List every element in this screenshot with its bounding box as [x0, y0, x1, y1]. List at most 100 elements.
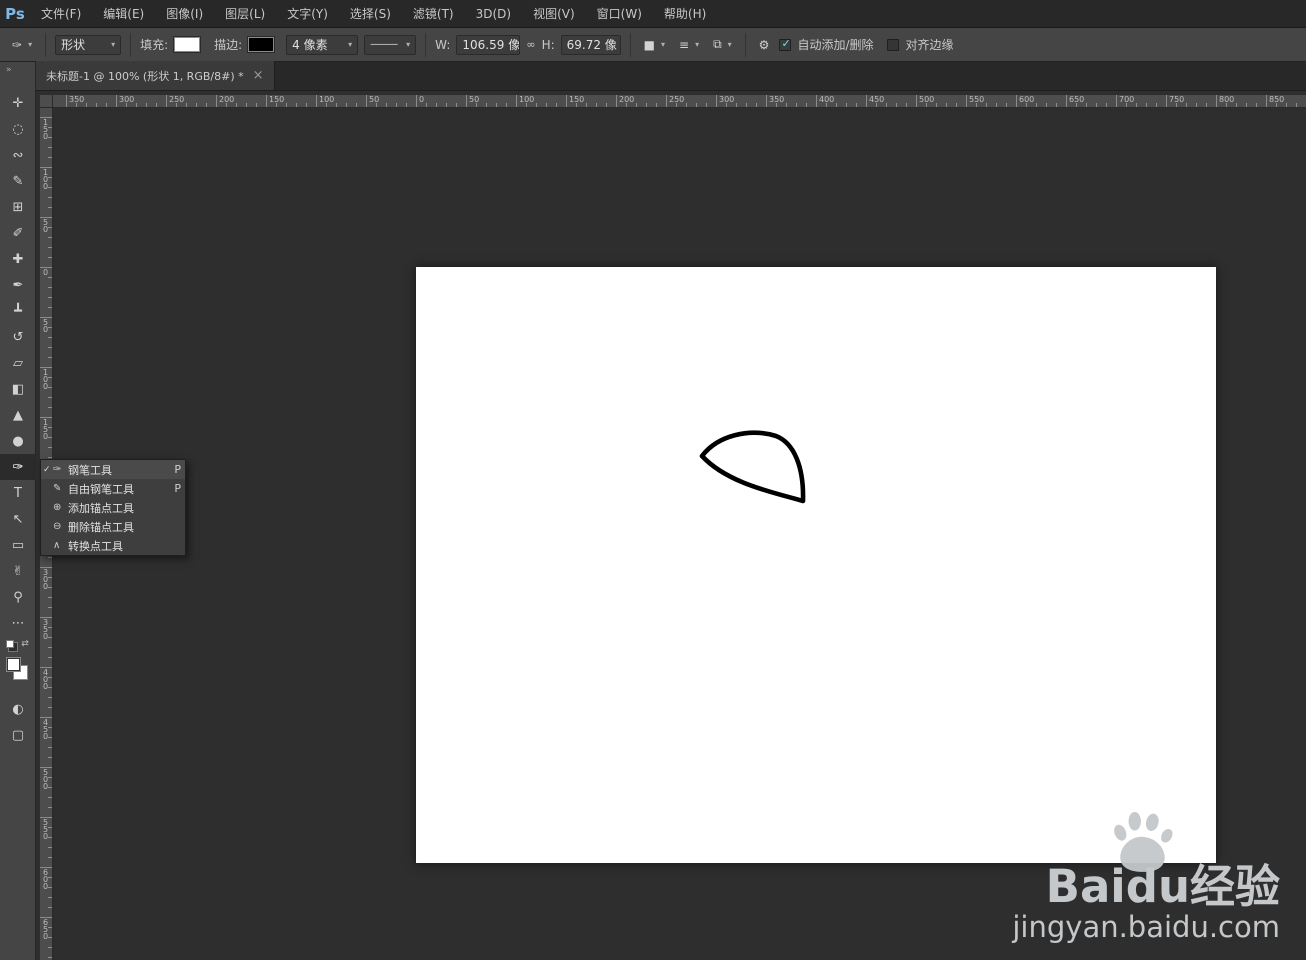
canvas[interactable] [416, 267, 1216, 863]
menu-item-7[interactable]: 3D(D) [465, 0, 522, 28]
menu-item-2[interactable]: 图像(I) [155, 0, 214, 28]
foreground-color-swatch[interactable] [5, 657, 21, 672]
path-alignment-button[interactable]: ≡ [675, 36, 703, 54]
h-ruler-label: 400 [819, 95, 835, 104]
h-ruler-tick [866, 95, 867, 107]
rectangle-tool[interactable]: ▭ [0, 532, 36, 558]
type-tool[interactable]: T [0, 480, 36, 506]
menu-item-1[interactable]: 编辑(E) [92, 0, 155, 28]
edit-toolbar-button-icon: ⋯ [11, 615, 25, 631]
menu-item-8[interactable]: 视图(V) [522, 0, 586, 28]
h-ruler-label: 250 [169, 95, 185, 104]
flyout-item-label: 删除锚点工具 [68, 520, 134, 534]
watermark-url: jingyan.baidu.com [1012, 910, 1280, 944]
menu-item-6[interactable]: 滤镜(T) [402, 0, 465, 28]
h-ruler-label: 700 [1119, 95, 1135, 104]
baidu-watermark: Baidu经验 jingyan.baidu.com [1012, 812, 1280, 944]
h-ruler-tick [466, 95, 467, 107]
flyout-item-label: 转换点工具 [68, 539, 123, 553]
lasso-tool[interactable]: ∾ [0, 142, 36, 168]
menu-item-5[interactable]: 选择(S) [339, 0, 402, 28]
clone-stamp-tool[interactable]: ┻ [0, 298, 36, 324]
gradient-tool[interactable]: ◧ [0, 376, 36, 402]
edit-toolbar-button[interactable]: ⋯ [0, 610, 36, 636]
blur-tool[interactable]: ▲ [0, 402, 36, 428]
link-dimensions-icon[interactable]: ∞ [526, 38, 535, 51]
align-edges-checkbox[interactable] [887, 38, 900, 51]
v-ruler-label: 1 0 0 [43, 368, 49, 391]
v-ruler-label: 3 0 0 [43, 568, 49, 591]
ruler-origin-corner[interactable] [40, 95, 53, 108]
clone-stamp-tool-icon: ┻ [14, 303, 22, 319]
gear-icon: ⚙ [758, 37, 770, 52]
crop-tool[interactable]: ⊞ [0, 194, 36, 220]
shape-height-input[interactable]: 69.72 像 [560, 34, 621, 55]
pen-flyout-item-4[interactable]: ∧ 转换点工具 [41, 536, 185, 555]
path-operations-button[interactable]: ■ [640, 36, 669, 54]
pen-tool-icon: ✑ [53, 464, 62, 475]
default-colors-icon[interactable] [6, 640, 15, 648]
tool-mode-select[interactable]: 形状 [55, 34, 122, 55]
screen-mode-button[interactable]: ▢ [0, 722, 36, 748]
fill-swatch[interactable] [173, 36, 202, 53]
spot-healing-brush-tool[interactable]: ✚ [0, 246, 36, 272]
menu-item-0[interactable]: 文件(F) [30, 0, 92, 28]
pen-flyout-item-3[interactable]: ⊖ 删除锚点工具 [41, 517, 185, 536]
shape-width-input[interactable]: 106.59 像 [456, 34, 521, 55]
path-selection-tool[interactable]: ↖ [0, 506, 36, 532]
stroke-width-value: 4 像素 [292, 38, 328, 52]
h-ruler-tick [916, 95, 917, 107]
h-ruler-tick [316, 95, 317, 107]
tool-preset-picker[interactable]: ✑ [8, 36, 36, 54]
menu-item-9[interactable]: 窗口(W) [586, 0, 653, 28]
history-brush-tool[interactable]: ↺ [0, 324, 36, 350]
screen-mode-button-icon: ▢ [11, 727, 25, 743]
tab-close-icon[interactable]: × [253, 68, 264, 83]
h-ruler-label: 0 [419, 95, 425, 104]
ruler-horizontal[interactable]: 350 300 250 200 150 100 50 0 50 100 150 200 250 300 35… [53, 95, 1306, 108]
quick-selection-tool-icon: ✎ [12, 173, 24, 189]
menu-item-4[interactable]: 文字(Y) [276, 0, 339, 28]
pen-flyout-item-2[interactable]: ⊕ 添加锚点工具 [41, 498, 185, 517]
brush-tool[interactable]: ✒ [0, 272, 36, 298]
brush-tool-icon: ✒ [12, 277, 24, 293]
auto-add-checkbox[interactable] [779, 37, 792, 51]
pen-tool-icon: ✑ [12, 459, 24, 475]
path-alignment-icon: ≡ [679, 37, 690, 52]
menu-item-3[interactable]: 图层(L) [214, 0, 276, 28]
h-ruler-tick [1166, 95, 1167, 107]
stroke-style-select[interactable]: ——— [364, 34, 417, 55]
pen-tool[interactable]: ✑ [0, 454, 36, 480]
elliptical-marquee-tool[interactable]: ◌ [0, 116, 36, 142]
dodge-tool[interactable]: ● [0, 428, 36, 454]
eraser-tool-icon: ▱ [13, 355, 23, 371]
pen-flyout-item-1[interactable]: ✎ 自由钢笔工具 P [41, 479, 185, 498]
h-ruler-tick [766, 95, 767, 107]
pen-options-gear-button[interactable]: ⚙ [755, 36, 774, 54]
crop-tool-icon: ⊞ [12, 199, 24, 215]
h-ruler-tick [166, 95, 167, 107]
hand-tool-icon: ✌ [12, 563, 24, 579]
document-tab[interactable]: 未标题-1 @ 100% (形状 1, RGB/8#) * × [36, 61, 275, 90]
quick-mask-button[interactable]: ◐ [0, 696, 36, 722]
flyout-selected-check-icon: ✓ [43, 464, 51, 475]
collapse-tools-button[interactable]: » [0, 62, 35, 90]
h-ruler-label: 800 [1219, 95, 1235, 104]
eyedropper-tool[interactable]: ✐ [0, 220, 36, 246]
pen-flyout-item-0[interactable]: ✓ ✑ 钢笔工具 P [41, 460, 185, 479]
path-arrangement-icon: ⧉ [713, 37, 722, 51]
eraser-tool[interactable]: ▱ [0, 350, 36, 376]
swap-colors-icon[interactable]: ⇄ [21, 639, 29, 649]
path-arrangement-button[interactable]: ⧉ [709, 35, 736, 54]
h-ruler-label: 650 [1069, 95, 1085, 104]
zoom-tool[interactable]: ⚲ [0, 584, 36, 610]
quick-selection-tool[interactable]: ✎ [0, 168, 36, 194]
eyedropper-tool-icon: ✐ [12, 225, 24, 241]
hand-tool[interactable]: ✌ [0, 558, 36, 584]
move-tool[interactable]: ✛ [0, 90, 36, 116]
separator [45, 32, 47, 57]
stroke-width-field[interactable]: 4 像素 [286, 34, 359, 55]
width-label: W: [435, 37, 451, 52]
stroke-swatch[interactable] [247, 36, 276, 53]
menu-item-10[interactable]: 帮助(H) [653, 0, 717, 28]
